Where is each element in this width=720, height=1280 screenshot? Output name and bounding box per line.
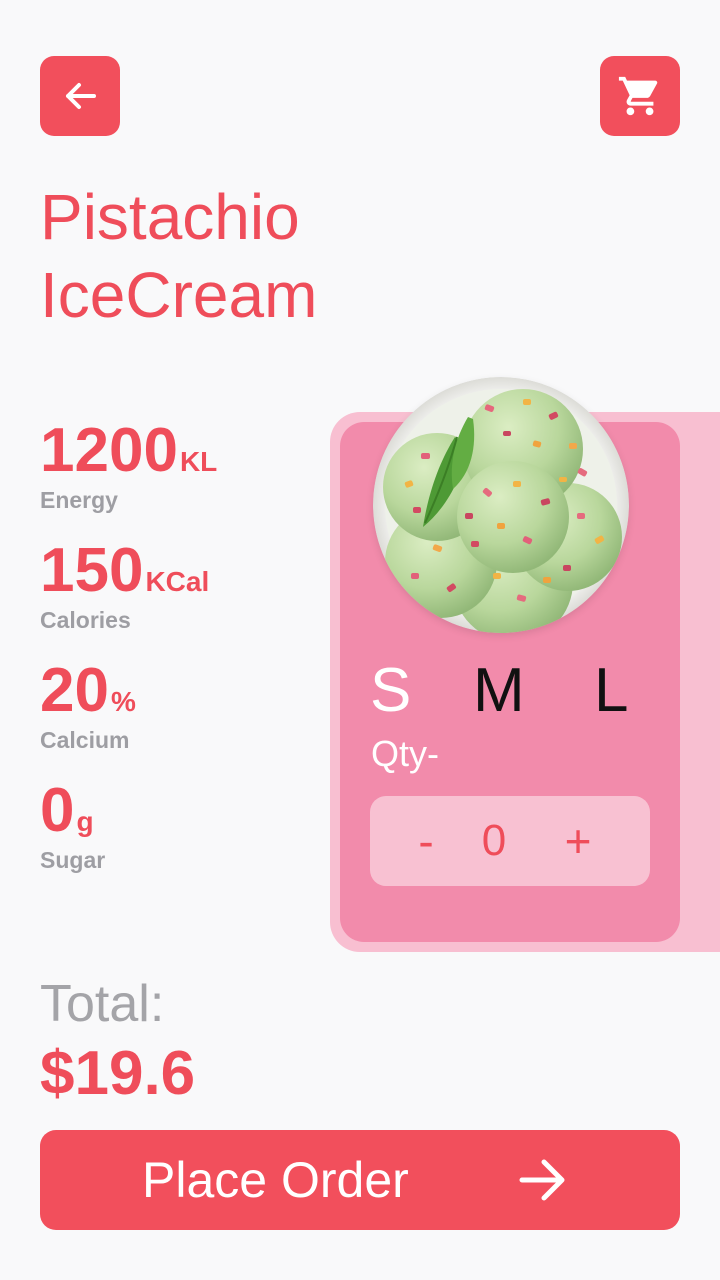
stat-calories: 150 KCal Calories [40,538,320,634]
stat-calcium-unit: % [110,686,136,717]
stat-energy-label: Energy [40,487,118,513]
stat-calcium-value-line: 20 % [40,658,320,724]
stat-sugar-value-line: 0 g [40,778,320,844]
shopping-cart-icon [618,76,658,116]
size-option-l[interactable]: L [594,656,628,726]
place-order-label: Place Order [142,1152,409,1208]
arrow-right-icon [519,1159,565,1201]
stat-sugar: 0 g Sugar [40,778,320,874]
product-image [373,377,629,633]
place-order-button[interactable]: Place Order [40,1130,680,1230]
quantity-value: 0 [481,816,507,865]
stat-calories-value: 150 [40,536,144,605]
stat-sugar-label: Sugar [40,847,106,873]
stat-calcium: 20 % Calcium [40,658,320,754]
quantity-decrement-button[interactable]: - [406,796,446,886]
cart-button[interactable] [600,56,680,136]
stat-energy-unit: KL [179,446,218,477]
stat-sugar-unit: g [76,806,94,837]
stat-energy: 1200 KL Energy [40,418,320,514]
quantity-label: Qty- [371,733,439,774]
product-title-line-1: Pistachio [40,181,300,253]
stat-calories-label: Calories [40,607,131,633]
size-option-s[interactable]: S [370,656,411,726]
back-button[interactable] [40,56,120,136]
stat-sugar-value: 0 [40,776,75,845]
product-title-line-2: IceCream [40,259,318,331]
product-title: Pistachio IceCream [40,178,317,334]
total-label: Total: [40,975,165,1033]
stat-energy-value: 1200 [40,416,178,485]
stat-calcium-label: Calcium [40,727,130,753]
stat-energy-value-line: 1200 KL [40,418,320,484]
quantity-stepper: - 0 + [370,796,650,886]
stat-calories-value-line: 150 KCal [40,538,320,604]
total-price: $19.6 [40,1039,196,1108]
stat-calcium-value: 20 [40,656,109,725]
stat-calories-unit: KCal [145,566,210,597]
arrow-left-icon [66,83,96,109]
quantity-increment-button[interactable]: + [556,796,600,886]
size-option-m[interactable]: M [473,656,525,726]
